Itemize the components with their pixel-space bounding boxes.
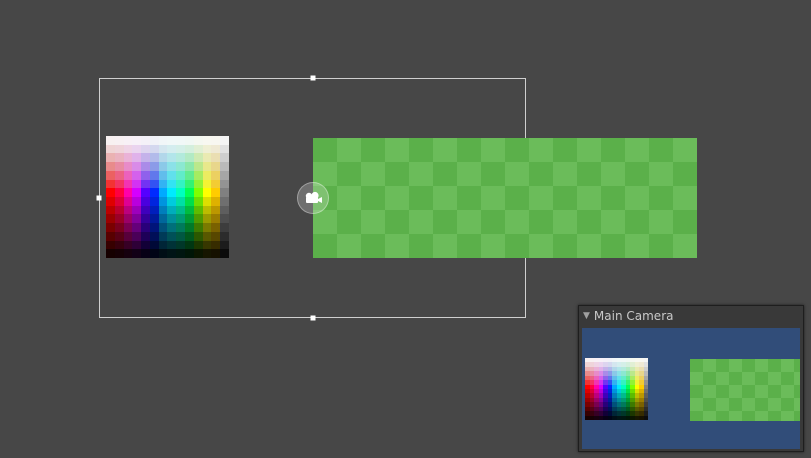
triangle-down-icon[interactable]: ▼ — [583, 311, 590, 321]
preview-checkerboard — [690, 359, 800, 421]
camera-preview-viewport — [582, 328, 800, 449]
camera-preview-panel: ▼ Main Camera — [578, 305, 804, 452]
camera-icon — [305, 191, 322, 203]
preview-color-palette — [585, 358, 648, 420]
camera-preview-title: Main Camera — [593, 309, 674, 323]
color-palette-sprite[interactable] — [106, 136, 229, 258]
camera-gizmo[interactable] — [297, 182, 329, 214]
checkerboard-sprite[interactable] — [313, 138, 697, 258]
frame-handle-left[interactable] — [96, 195, 102, 201]
frame-handle-bottom[interactable] — [310, 315, 316, 321]
camera-preview-header[interactable]: ▼ Main Camera — [579, 306, 803, 326]
frame-handle-top[interactable] — [310, 75, 316, 81]
